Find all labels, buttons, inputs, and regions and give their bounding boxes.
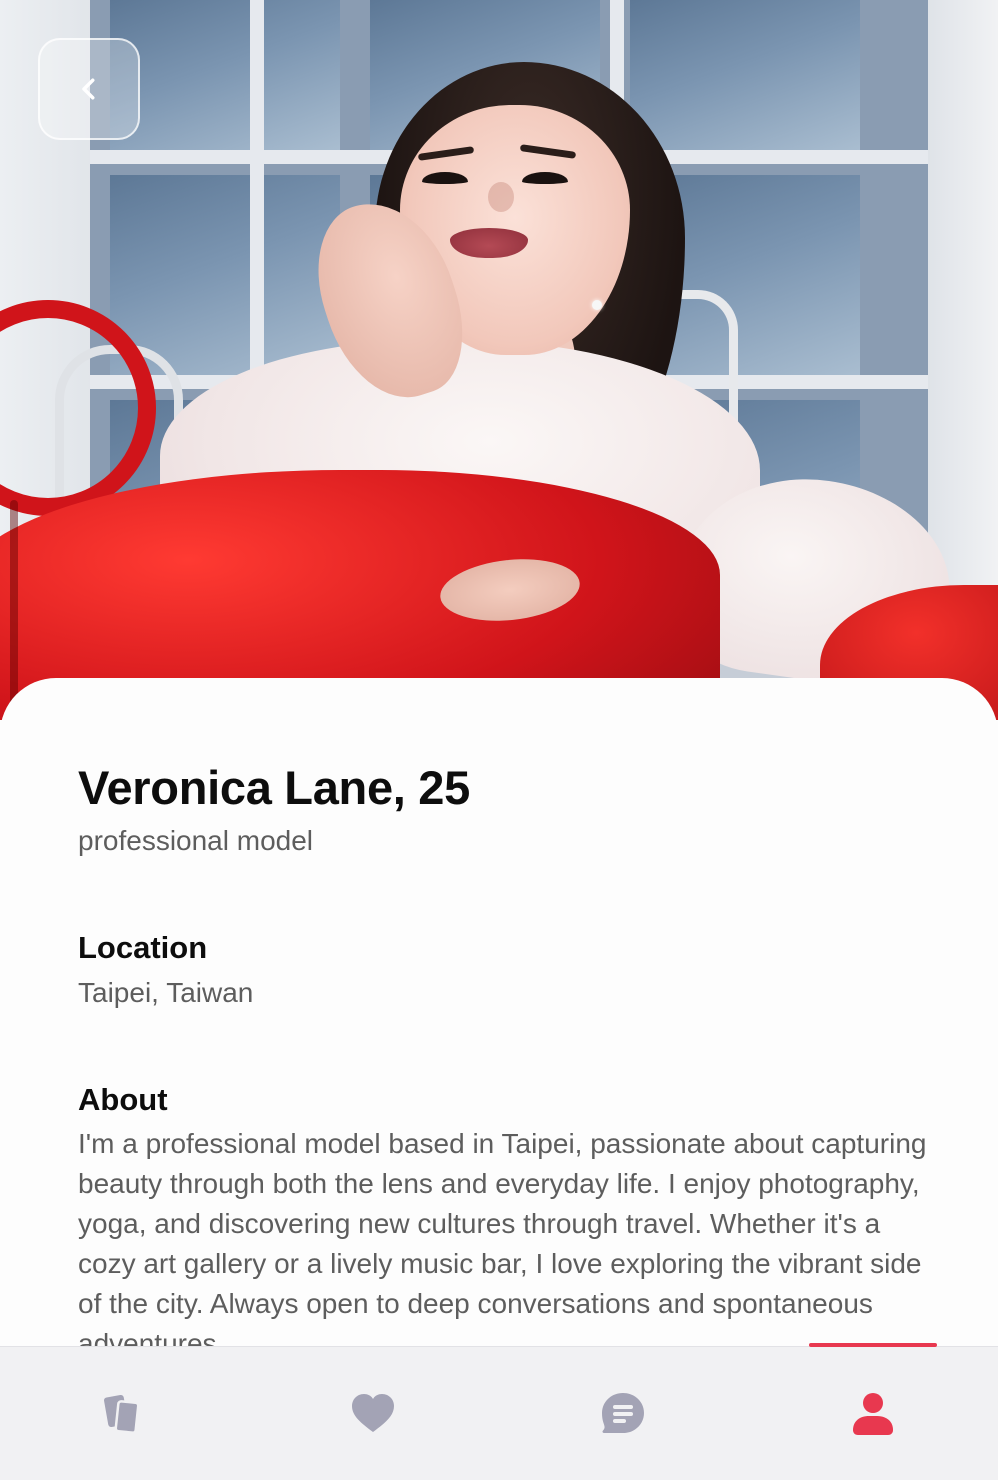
- about-text: I'm a professional model based in Taipei…: [78, 1128, 927, 1347]
- profile-occupation: professional model: [78, 825, 314, 856]
- chevron-left-icon: [82, 78, 95, 100]
- chat-icon: [602, 1392, 644, 1433]
- about-section: I'm a professional model based in Taipei…: [78, 1124, 938, 1347]
- profile-name: Veronica Lane, 25: [78, 761, 470, 814]
- nav-item-profile[interactable]: [809, 1343, 937, 1480]
- about-heading: About: [78, 1082, 168, 1117]
- nav-item-cards[interactable]: [59, 1347, 187, 1480]
- heart-icon: [352, 1393, 394, 1432]
- location-value: Taipei, Taiwan: [78, 977, 254, 1008]
- back-button[interactable]: [38, 38, 140, 140]
- cards-icon: [104, 1394, 140, 1434]
- location-heading: Location: [78, 930, 208, 965]
- nav-item-messages[interactable]: [559, 1347, 687, 1480]
- profile-photo: [0, 0, 998, 720]
- nav-item-likes[interactable]: [309, 1347, 437, 1480]
- person-icon: [853, 1392, 893, 1435]
- bottom-nav: [0, 1343, 998, 1480]
- photo-earring: [592, 300, 602, 310]
